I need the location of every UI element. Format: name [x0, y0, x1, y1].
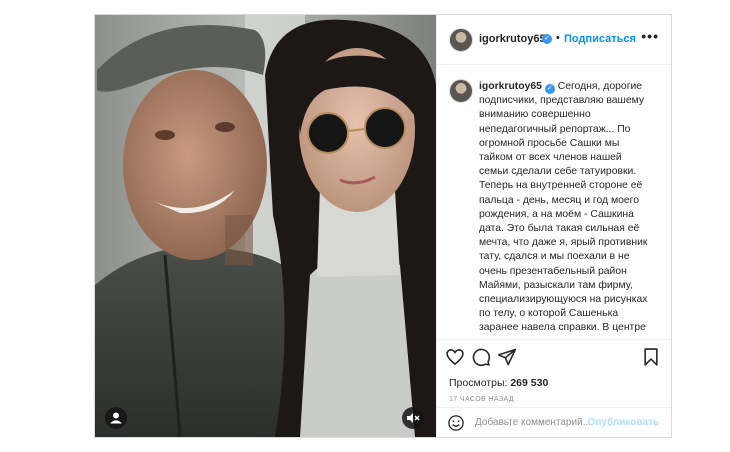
- smiley-icon: [448, 415, 464, 431]
- follow-button[interactable]: Подписаться: [564, 33, 636, 45]
- separator-dot: •: [556, 32, 560, 44]
- comment-button[interactable]: [471, 347, 491, 372]
- comment-bar: Опубликовать: [437, 407, 671, 437]
- caption-text: Сегодня, дорогие подписчики, представляю…: [479, 81, 648, 339]
- caption-section: igorkrutoy65 ✓ Сегодня, дорогие подписчи…: [437, 65, 671, 340]
- user-tag-button[interactable]: [105, 407, 127, 429]
- views-value: 269 530: [510, 377, 549, 389]
- views-label: Просмотры:: [449, 377, 508, 389]
- avatar[interactable]: [449, 28, 473, 52]
- verified-badge-icon: ✓: [542, 34, 552, 44]
- post-header: igorkrutoy65 ✓ • Подписаться •••: [437, 15, 671, 65]
- speaker-muted-icon: [407, 413, 420, 423]
- mute-button[interactable]: [402, 407, 424, 429]
- share-button[interactable]: [497, 347, 517, 372]
- caption-avatar[interactable]: [449, 79, 473, 103]
- comment-bubble-icon: [472, 348, 491, 367]
- save-button[interactable]: [641, 347, 661, 372]
- publish-button[interactable]: Опубликовать: [588, 417, 659, 428]
- instagram-post: igorkrutoy65 ✓ • Подписаться ••• igorkru…: [94, 14, 672, 438]
- paper-plane-icon: [497, 348, 517, 366]
- timestamp[interactable]: 17 ЧАСОВ НАЗАД: [449, 396, 514, 403]
- username-link[interactable]: igorkrutoy65: [479, 33, 546, 45]
- user-tag-icon: [110, 412, 122, 424]
- caption-username[interactable]: igorkrutoy65: [479, 81, 542, 92]
- emoji-button[interactable]: [447, 414, 465, 437]
- post-sidebar: igorkrutoy65 ✓ • Подписаться ••• igorkru…: [436, 15, 671, 437]
- action-bar: [437, 340, 671, 372]
- like-button[interactable]: [445, 347, 465, 372]
- verified-badge-icon: ✓: [544, 84, 555, 94]
- bookmark-icon: [644, 348, 658, 366]
- post-caption: igorkrutoy65 ✓ Сегодня, дорогие подписчи…: [479, 80, 649, 339]
- views-count[interactable]: Просмотры: 269 530: [449, 377, 548, 389]
- video-frame-photo: [95, 15, 436, 437]
- heart-icon: [446, 349, 464, 366]
- post-video[interactable]: [95, 15, 436, 437]
- more-options-icon[interactable]: •••: [641, 28, 659, 44]
